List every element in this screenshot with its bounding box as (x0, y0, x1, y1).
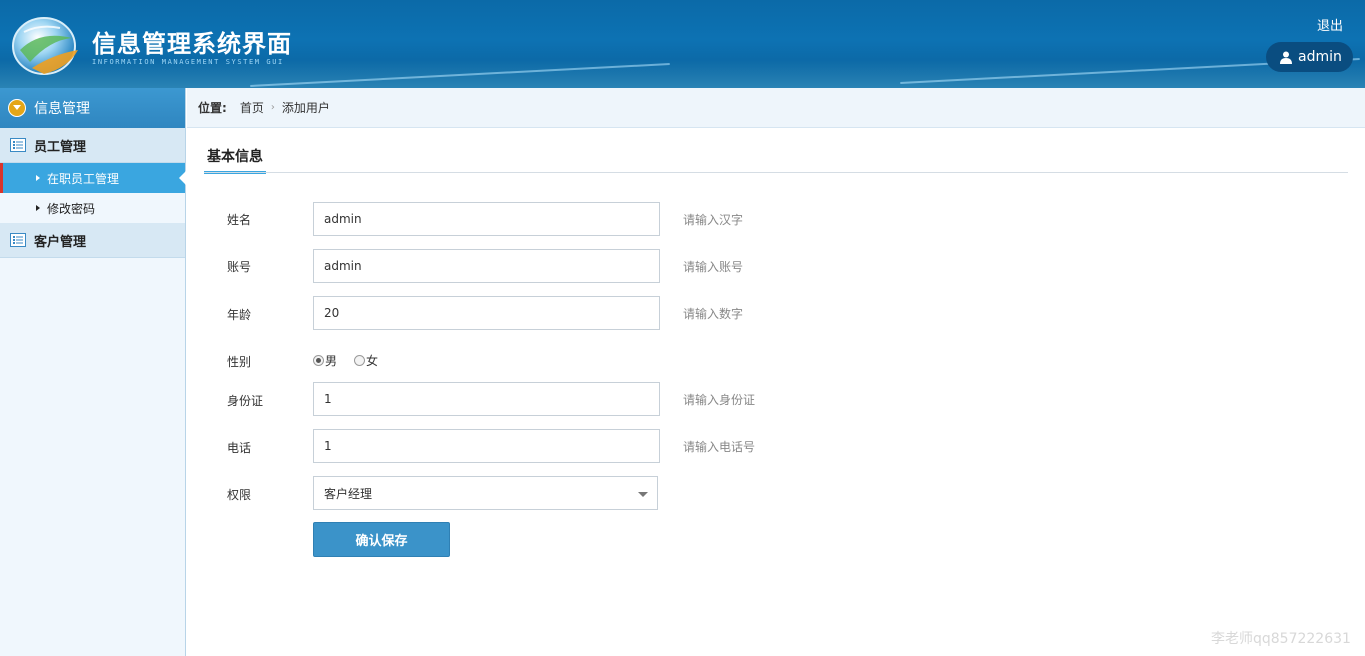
phone-hint: 请输入电话号 (683, 440, 756, 454)
sidebar-item-active-employees[interactable]: 在职员工管理 (0, 163, 186, 193)
sidebar: 信息管理 员工管理 在职员工管理 修改密码 客户管理 (0, 88, 186, 656)
sidebar-header[interactable]: 信息管理 (0, 88, 185, 128)
breadcrumb-home[interactable]: 首页 (240, 99, 264, 116)
radio-checked[interactable] (313, 355, 324, 366)
chevron-down-icon (638, 492, 648, 497)
sidebar-item-label: 修改密码 (47, 201, 96, 216)
username-label: admin (1298, 49, 1342, 65)
breadcrumb: 位置: 首页 › 添加用户 (187, 88, 1365, 128)
app-subtitle: INFORMATION MANAGEMENT SYSTEM GUI (92, 58, 284, 66)
radio-unchecked[interactable] (354, 355, 366, 366)
breadcrumb-current: 添加用户 (281, 101, 330, 115)
role-label: 权限 (227, 488, 252, 502)
caret-right-icon (36, 175, 40, 181)
gender-option-label: 男 (325, 354, 338, 368)
user-badge[interactable]: admin (1266, 42, 1353, 72)
caret-right-icon (36, 205, 40, 211)
top-header: 信息管理系统界面 INFORMATION MANAGEMENT SYSTEM G… (0, 0, 1365, 88)
age-label: 年龄 (227, 308, 252, 322)
sidebar-group-customer[interactable]: 客户管理 (0, 223, 185, 258)
sidebar-item-change-password[interactable]: 修改密码 (0, 193, 185, 223)
gender-option-label: 女 (366, 354, 379, 368)
section-divider (204, 172, 1348, 173)
sidebar-group-label: 员工管理 (34, 139, 87, 155)
id-card-input[interactable] (313, 382, 660, 416)
breadcrumb-label: 位置: (198, 101, 227, 115)
section-title: 基本信息 (204, 140, 266, 174)
sidebar-group-label: 客户管理 (34, 234, 87, 250)
account-input[interactable] (313, 249, 660, 283)
list-icon (10, 233, 26, 247)
gender-radio-group: 男 女 (313, 352, 395, 369)
phone-label: 电话 (227, 441, 252, 455)
role-select[interactable]: 客户经理 (313, 476, 658, 510)
list-icon (10, 138, 26, 152)
age-input[interactable] (313, 296, 660, 330)
id-card-hint: 请输入身份证 (683, 393, 756, 407)
account-label: 账号 (227, 260, 252, 274)
globe-logo-icon (12, 17, 78, 75)
id-card-label: 身份证 (227, 394, 264, 408)
chevron-down-circle-icon (8, 99, 26, 117)
sidebar-group-employee[interactable]: 员工管理 (0, 128, 185, 163)
name-label: 姓名 (227, 213, 252, 227)
breadcrumb-separator: › (270, 102, 275, 113)
name-input[interactable] (313, 202, 660, 236)
gender-label: 性别 (227, 355, 252, 369)
sidebar-header-label: 信息管理 (34, 101, 90, 117)
account-hint: 请输入账号 (683, 260, 744, 274)
watermark: 李老师qq857222631 (1211, 631, 1351, 647)
sidebar-item-label: 在职员工管理 (47, 171, 120, 186)
gender-female-option[interactable]: 女 (354, 352, 378, 369)
logout-link[interactable]: 退出 (1317, 15, 1343, 34)
app-title: 信息管理系统界面 (92, 30, 292, 58)
name-hint: 请输入汉字 (683, 213, 744, 227)
gender-male-option[interactable]: 男 (313, 352, 337, 369)
user-icon (1280, 51, 1292, 64)
age-hint: 请输入数字 (683, 307, 744, 321)
phone-input[interactable] (313, 429, 660, 463)
role-select-value: 客户经理 (324, 486, 373, 501)
save-button[interactable]: 确认保存 (313, 522, 450, 557)
